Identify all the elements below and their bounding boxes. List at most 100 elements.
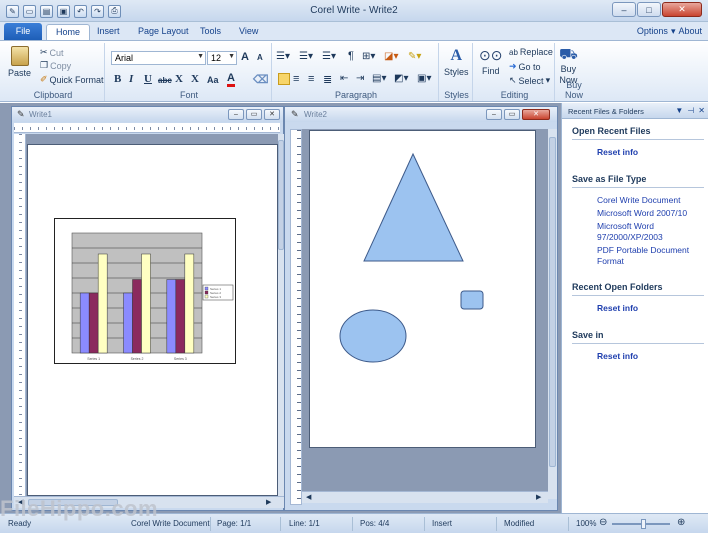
group-label-styles: Styles [444, 90, 469, 100]
strikethrough-button[interactable]: abc [158, 76, 172, 85]
doc1-close-button[interactable]: ✕ [264, 109, 280, 120]
file-type-word-2007[interactable]: Microsoft Word 2007/10 [597, 208, 705, 219]
vertical-ruler[interactable] [290, 129, 302, 505]
italic-button[interactable]: I [129, 73, 133, 85]
minimize-button[interactable]: – [612, 2, 636, 17]
superscript-button[interactable]: X [191, 73, 199, 85]
paragraph-border-icon[interactable]: ▣▾ [417, 73, 431, 84]
file-type-pdf[interactable]: PDF Portable Document Format [597, 245, 705, 266]
brush-icon: ✐ [40, 74, 48, 84]
section-recent-open-folders: Recent Open Folders [572, 282, 704, 296]
section-open-recent-files: Open Recent Files [572, 126, 704, 140]
triangle-shape[interactable] [363, 152, 464, 262]
arrow-right-icon[interactable]: ▶ [536, 493, 541, 501]
doc2-page[interactable] [309, 130, 536, 448]
clear-format-icon[interactable]: ⌫ [253, 73, 269, 86]
zoom-in-button[interactable]: ⊕ [677, 517, 685, 528]
vertical-ruler[interactable] [14, 134, 26, 496]
subscript-button[interactable]: X [175, 73, 183, 85]
zoom-out-button[interactable]: ⊖ [599, 517, 607, 528]
maximize-button[interactable]: □ [637, 2, 661, 17]
bullets-icon[interactable]: ☰▾ [276, 51, 290, 62]
doc2-horizontal-scrollbar[interactable]: ◀ ▶ [302, 491, 548, 503]
about-link[interactable]: About [678, 26, 702, 37]
doc1-restore-button[interactable]: ▭ [246, 109, 262, 120]
styles-button[interactable]: A Styles [444, 47, 469, 77]
reset-info-link[interactable]: Reset info [597, 303, 705, 314]
zoom-slider-thumb[interactable] [641, 519, 646, 529]
reset-info-link[interactable]: Reset info [597, 351, 705, 362]
ribbon-tabs: File Home Insert Page Layout Tools View … [0, 22, 708, 42]
options-menu[interactable]: Options [637, 26, 668, 37]
file-type-word-97[interactable]: Microsoft Word 97/2000/XP/2003 [597, 221, 705, 242]
line-spacing-icon[interactable]: ▤▾ [372, 73, 386, 84]
status-position: Pos: 4/4 [360, 519, 390, 528]
tab-tools[interactable]: Tools [191, 24, 230, 41]
goto-button[interactable]: ➜ Go to [509, 61, 541, 72]
tab-file[interactable]: File [4, 23, 42, 41]
doc2-title: Write2 [304, 110, 327, 119]
scissors-icon: ✂ [40, 47, 48, 57]
pilcrow-icon[interactable]: ¶ [348, 50, 354, 62]
select-button[interactable]: ↖ Select ▾ [509, 75, 550, 86]
decrease-indent-icon[interactable]: ⇤ [340, 73, 348, 84]
align-left-icon[interactable] [278, 73, 290, 85]
align-center-icon[interactable]: ≡ [293, 73, 299, 85]
borders-icon[interactable]: ⊞▾ [362, 51, 375, 62]
paragraph-color-icon[interactable]: ◩▾ [394, 73, 408, 84]
panel-title: Recent Files & Folders [568, 107, 644, 116]
cut-button[interactable]: ✂ Cut [40, 47, 64, 58]
doc2-close-button[interactable]: ✕ [522, 109, 550, 120]
grow-font-button[interactable]: A [241, 51, 249, 63]
watermark: FileHippo.com [0, 496, 159, 521]
chart-object[interactable]: Series 1 Series 2 Series 3 Series 1 Series 2… [54, 218, 236, 364]
document-window-write2[interactable]: ✎ Write2 – ▭ ✕ ◀ ▶ [284, 106, 558, 511]
horizontal-ruler[interactable] [14, 123, 280, 133]
find-button[interactable]: ⊙⊙ Find [479, 47, 502, 76]
tab-page-layout[interactable]: Page Layout [129, 24, 198, 41]
doc2-minimize-button[interactable]: – [486, 109, 502, 120]
chevron-down-icon: ▾ [545, 75, 551, 85]
highlight-icon[interactable]: ✎▾ [408, 51, 421, 62]
shrink-font-button[interactable]: A [257, 53, 263, 62]
font-color-button[interactable]: A [227, 73, 235, 87]
increase-indent-icon[interactable]: ⇥ [356, 73, 364, 84]
doc1-minimize-button[interactable]: – [228, 109, 244, 120]
rounded-rectangle-shape[interactable] [460, 290, 484, 310]
font-family-select[interactable]: Arial ▼ [111, 51, 206, 65]
close-icon[interactable]: ✕ [698, 106, 705, 115]
paste-button[interactable]: Paste [8, 46, 31, 78]
status-insert-mode[interactable]: Insert [432, 519, 452, 528]
reset-info-link[interactable]: Reset info [597, 147, 705, 158]
doc2-vertical-scrollbar[interactable] [548, 129, 557, 499]
shading-icon[interactable]: ◪▾ [384, 51, 398, 62]
change-case-button[interactable]: Aa [207, 75, 219, 85]
group-label-paragraph: Paragraph [334, 90, 378, 100]
bold-button[interactable]: B [114, 73, 121, 85]
copy-button[interactable]: ❐ Copy [40, 60, 71, 71]
quick-format-button[interactable]: ✐ Quick Format [40, 74, 104, 85]
replace-button[interactable]: ab Replace [509, 47, 553, 57]
justify-icon[interactable]: ≣ [323, 73, 332, 86]
status-separator [210, 517, 211, 531]
chevron-down-icon[interactable]: ▼ [675, 106, 683, 115]
chart-bar [141, 253, 151, 354]
underline-button[interactable]: U [144, 73, 152, 85]
doc2-restore-button[interactable]: ▭ [504, 109, 520, 120]
group-label-clipboard: Clipboard [33, 90, 73, 100]
pin-icon[interactable]: ⊣ [687, 106, 694, 115]
tab-view[interactable]: View [230, 24, 267, 41]
close-button[interactable]: ✕ [662, 2, 702, 17]
doc2-vscroll-thumb[interactable] [549, 137, 556, 467]
chart-bar [88, 292, 99, 354]
arrow-left-icon[interactable]: ◀ [306, 493, 311, 501]
file-type-corel-write[interactable]: Corel Write Document [597, 195, 705, 206]
align-right-icon[interactable]: ≡ [308, 73, 314, 85]
numbering-icon[interactable]: ☰▾ [299, 51, 313, 62]
multilevel-list-icon[interactable]: ☰▾ [322, 51, 336, 62]
tab-insert[interactable]: Insert [88, 24, 129, 41]
document-icon: ✎ [291, 109, 299, 119]
arrow-right-icon[interactable]: ▶ [266, 498, 271, 506]
font-size-select[interactable]: 12 ▼ [207, 51, 237, 65]
ellipse-shape[interactable] [339, 309, 407, 363]
